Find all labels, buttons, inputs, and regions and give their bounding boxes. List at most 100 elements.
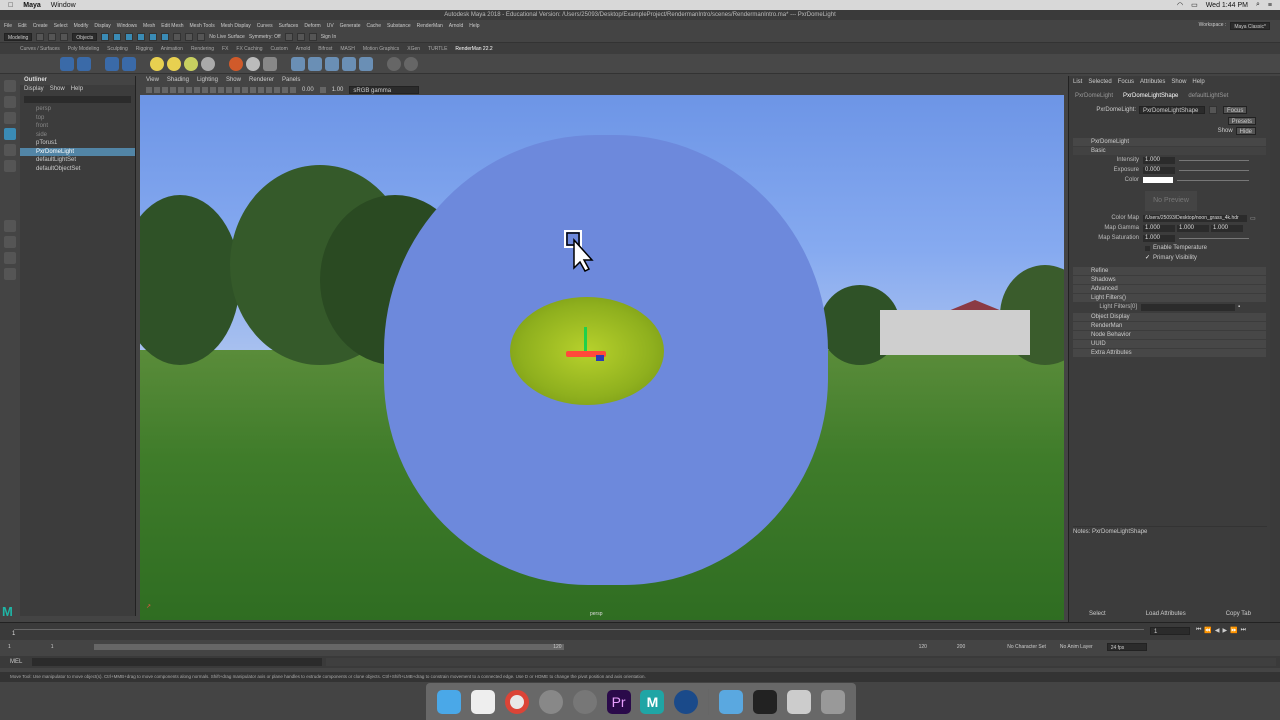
surface-icon[interactable] (246, 56, 260, 71)
shelf-tab[interactable]: Rigging (136, 46, 153, 52)
pattern-icon[interactable] (263, 56, 277, 71)
premiere-icon[interactable]: Pr (606, 689, 631, 714)
select-tool-icon[interactable] (4, 80, 16, 92)
open-scene-icon[interactable] (48, 32, 57, 41)
vp-menu-panels[interactable]: Panels (282, 76, 300, 85)
select-mask-icon[interactable] (149, 32, 158, 41)
map-saturation-slider[interactable] (1179, 237, 1249, 239)
menu-mesh-tools[interactable]: Mesh Tools (190, 23, 215, 29)
scale-tool-icon[interactable] (4, 160, 16, 172)
snap-grid-icon[interactable] (173, 32, 182, 41)
bookmark-icon[interactable] (162, 87, 168, 93)
ao-icon[interactable] (266, 87, 272, 93)
outliner-item-selected[interactable]: PxrDomeLight (20, 147, 135, 156)
ipr-icon[interactable] (296, 32, 305, 41)
go-end-icon[interactable]: ⏭ (1241, 627, 1246, 634)
render-view-icon[interactable] (122, 56, 136, 71)
folder-icon[interactable]: ▭ (1250, 215, 1256, 222)
menu-modify[interactable]: Modify (74, 23, 89, 29)
select-mask-icon[interactable] (113, 32, 122, 41)
shelf-tab[interactable]: FX Caching (236, 46, 262, 52)
menu-file[interactable]: File (4, 23, 12, 29)
render-icon[interactable] (60, 56, 74, 71)
go-start-icon[interactable]: ⏮ (1196, 627, 1201, 634)
enable-temperature-checkbox[interactable] (1145, 245, 1150, 251)
color-swatch[interactable] (1143, 177, 1173, 183)
apple-icon[interactable]:  (8, 2, 13, 9)
select-mask-icon[interactable] (161, 32, 170, 41)
outliner-search-input[interactable] (24, 96, 131, 103)
sign-in-button[interactable]: Sign In (321, 34, 337, 40)
shelf-tab[interactable]: MASH (340, 46, 354, 52)
ae-tab[interactable]: defaultLightSet (1188, 92, 1228, 101)
show-button[interactable]: Show (1218, 128, 1233, 134)
command-input[interactable] (32, 658, 323, 666)
menu-select[interactable]: Select (54, 23, 68, 29)
finder-icon[interactable] (436, 689, 461, 714)
map-gamma-r[interactable]: 1.000 (1143, 224, 1175, 232)
render-icon[interactable] (284, 32, 293, 41)
manipulator-z-axis[interactable] (596, 355, 604, 361)
ae-tab[interactable]: PxrDomeLight (1075, 92, 1113, 101)
wireframe-icon[interactable] (226, 87, 232, 93)
vp-menu-lighting[interactable]: Lighting (197, 76, 218, 85)
ae-menu-selected[interactable]: Selected (1088, 78, 1111, 87)
layout-two-icon[interactable] (4, 252, 16, 264)
menu-deform[interactable]: Deform (304, 23, 320, 29)
range-end-field[interactable]: 120 (919, 644, 927, 650)
app-menu[interactable]: Maya (23, 2, 41, 9)
menu-create[interactable]: Create (33, 23, 48, 29)
vp-menu-shading[interactable]: Shading (167, 76, 189, 85)
ae-menu-list[interactable]: List (1073, 78, 1082, 87)
vp-menu-renderer[interactable]: Renderer (249, 76, 274, 85)
resolution-gate-icon[interactable] (194, 87, 200, 93)
select-mask-icon[interactable] (137, 32, 146, 41)
launchpad-icon[interactable] (538, 689, 563, 714)
exposure-value[interactable]: 0.00 (302, 87, 314, 93)
add-filter-icon[interactable]: ▪ (1238, 304, 1240, 310)
isolate-icon[interactable] (274, 87, 280, 93)
shelf-tab[interactable]: Motion Graphics (363, 46, 399, 52)
color-map-field[interactable]: /Users/25093/Desktop/noon_grass_4k.hdr (1143, 214, 1247, 222)
shelf-tab[interactable]: Poly Modeling (68, 46, 99, 52)
lights-icon[interactable] (250, 87, 256, 93)
film-gate-icon[interactable] (186, 87, 192, 93)
smooth-shade-icon[interactable] (234, 87, 240, 93)
bake-icon[interactable] (291, 56, 305, 71)
section-refine[interactable]: Refine (1073, 267, 1266, 275)
safe-action-icon[interactable] (218, 87, 224, 93)
shelf-tab[interactable]: Rendering (191, 46, 214, 52)
section-pxrdomelight[interactable]: PxrDomeLight (1073, 138, 1266, 146)
shelf-tab[interactable]: Animation (161, 46, 183, 52)
save-scene-icon[interactable] (60, 32, 69, 41)
section-object-display[interactable]: Object Display (1073, 313, 1266, 321)
select-input-icon[interactable] (1209, 106, 1217, 114)
field-chart-icon[interactable] (210, 87, 216, 93)
ae-menu-show[interactable]: Show (1171, 78, 1186, 87)
exposure-icon[interactable] (290, 87, 296, 93)
menu-generate[interactable]: Generate (340, 23, 361, 29)
outliner-menu-help[interactable]: Help (71, 85, 83, 94)
shelf-tab[interactable]: Arnold (296, 46, 310, 52)
current-frame-field[interactable]: 1 (1150, 627, 1190, 635)
ae-menu-help[interactable]: Help (1192, 78, 1204, 87)
new-scene-icon[interactable] (36, 32, 45, 41)
exposure-slider[interactable] (1179, 169, 1249, 171)
outliner-item[interactable]: top (20, 114, 135, 123)
xray-icon[interactable] (282, 87, 288, 93)
window-menu[interactable]: Window (51, 2, 76, 9)
ae-select-button[interactable]: Select (1089, 611, 1106, 617)
presets-button[interactable]: Presets (1227, 117, 1256, 125)
dome-light-icon[interactable] (150, 56, 164, 71)
daylight-icon[interactable] (359, 56, 373, 71)
menu-mesh-display[interactable]: Mesh Display (221, 23, 251, 29)
copy-tab-button[interactable]: Copy Tab (1226, 611, 1251, 617)
menu-surfaces[interactable]: Surfaces (279, 23, 299, 29)
shelf-tab[interactable]: Bifrost (318, 46, 332, 52)
section-extra-attributes[interactable]: Extra Attributes (1073, 349, 1266, 357)
mel-label[interactable]: MEL (10, 659, 22, 665)
chrome-icon[interactable] (504, 689, 529, 714)
play-back-icon[interactable]: ◀ (1215, 627, 1220, 634)
outliner-item[interactable]: defaultLightSet (20, 156, 135, 165)
menu-substance[interactable]: Substance (387, 23, 411, 29)
